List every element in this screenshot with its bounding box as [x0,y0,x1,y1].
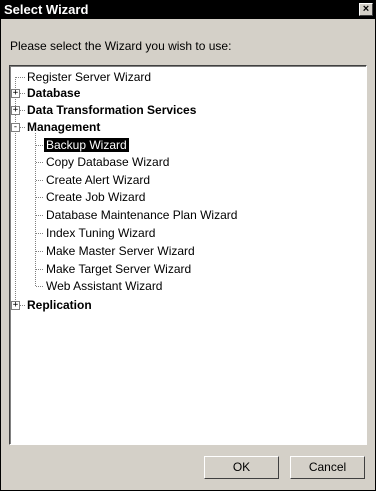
instruction-text: Please select the Wizard you wish to use… [10,39,232,53]
tree-item-management[interactable]: Management [27,120,100,135]
dts-expand-toggle[interactable]: + [11,106,20,115]
close-button[interactable]: × [359,3,373,16]
tree-item-web-assistant-wizard[interactable]: Web Assistant Wizard [46,279,162,294]
management-collapse-toggle[interactable]: - [11,123,20,132]
tree-item-make-master-server-wizard[interactable]: Make Master Server Wizard [46,244,195,259]
wizard-tree[interactable]: + + - + Register Server Wizard Database … [9,65,367,445]
title-bar[interactable]: Select Wizard × [1,1,375,19]
tree-item-make-target-server-wizard[interactable]: Make Target Server Wizard [46,262,191,277]
ok-button[interactable]: OK [204,456,279,479]
select-wizard-dialog: Select Wizard × Please select the Wizard… [0,0,376,491]
database-expand-toggle[interactable]: + [11,89,20,98]
replication-expand-toggle[interactable]: + [11,301,20,310]
tree-item-copy-database-wizard[interactable]: Copy Database Wizard [46,155,169,170]
tree-item-index-tuning-wizard[interactable]: Index Tuning Wizard [46,226,155,241]
tree-item-create-job-wizard[interactable]: Create Job Wizard [46,190,145,205]
tree-item-replication[interactable]: Replication [27,298,92,313]
tree-item-create-alert-wizard[interactable]: Create Alert Wizard [46,173,150,188]
tree-item-database-maintenance-plan-wizard[interactable]: Database Maintenance Plan Wizard [46,208,237,223]
cancel-button[interactable]: Cancel [290,456,365,479]
tree-item-database[interactable]: Database [27,86,80,101]
tree-item-data-transformation-services[interactable]: Data Transformation Services [27,103,196,118]
tree-item-register-server-wizard[interactable]: Register Server Wizard [27,70,151,85]
tree-item-backup-wizard[interactable]: Backup Wizard [44,138,129,153]
dialog-title: Select Wizard [4,2,89,17]
